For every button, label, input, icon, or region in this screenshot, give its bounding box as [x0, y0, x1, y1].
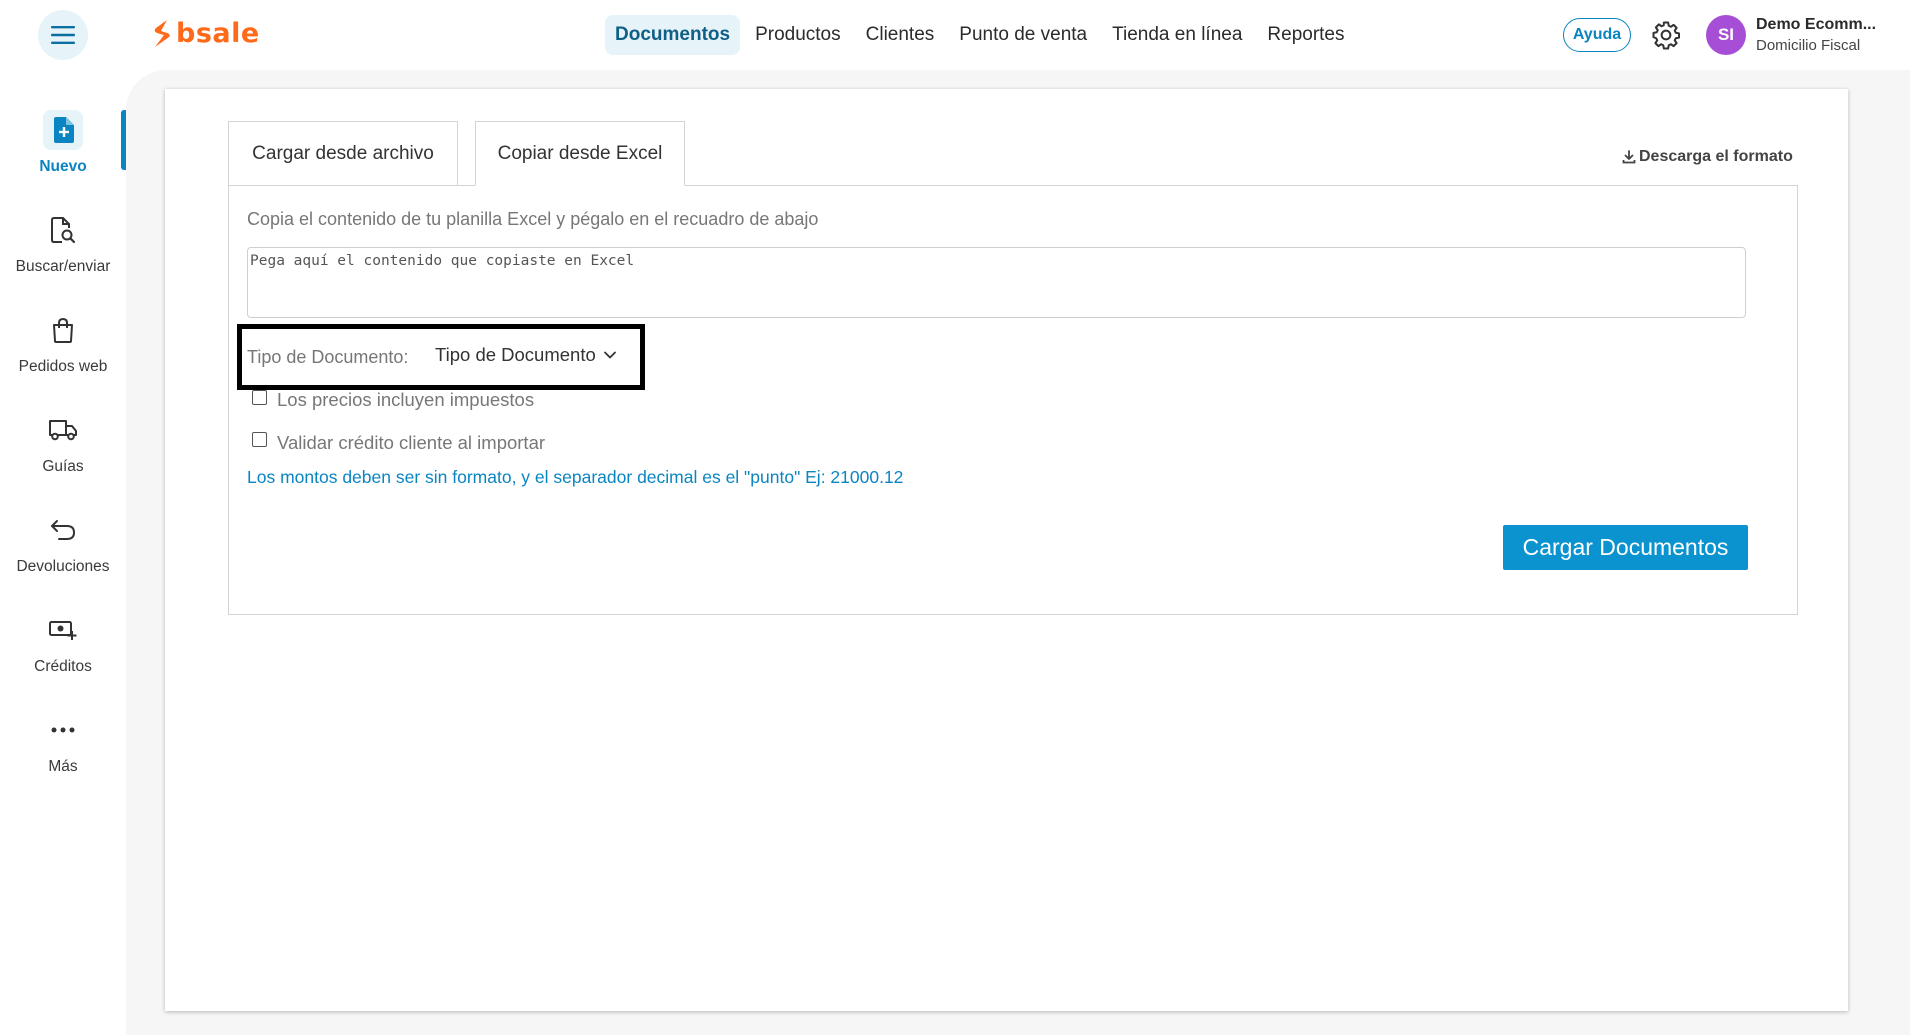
checkbox[interactable] — [252, 390, 267, 405]
download-format-link[interactable]: Descarga el formato — [1622, 148, 1793, 166]
bsale-logo[interactable]: bsale — [152, 18, 260, 49]
more-dots-icon — [51, 727, 75, 733]
doc-type-dropdown[interactable]: Tipo de Documento — [435, 344, 617, 366]
avatar[interactable]: SI — [1706, 15, 1746, 55]
main-nav: Documentos Productos Clientes Punto de v… — [605, 15, 1360, 55]
sidebar-item-pedidos-web[interactable]: Pedidos web — [0, 310, 126, 390]
nav-punto-de-venta[interactable]: Punto de venta — [949, 15, 1097, 55]
checkbox-precios-impuestos[interactable]: Los precios incluyen impuestos — [252, 389, 534, 411]
checkbox-validar-credito[interactable]: Validar crédito cliente al importar — [252, 431, 545, 454]
sidebar-item-label: Buscar/enviar — [15, 258, 111, 275]
checkbox-label: Validar crédito cliente al importar — [277, 432, 546, 453]
shopping-bag-icon — [53, 317, 73, 343]
nav-productos[interactable]: Productos — [745, 15, 851, 55]
doc-type-label: Tipo de Documento: — [247, 347, 409, 367]
amount-format-note: Los montos deben ser sin formato, y el s… — [247, 467, 904, 487]
logo-text: bsale — [176, 18, 260, 49]
download-icon — [1622, 150, 1636, 164]
sidebar-item-nuevo[interactable]: Nuevo — [0, 110, 126, 190]
nav-documentos[interactable]: Documentos — [605, 15, 741, 55]
sidebar-item-label: Más — [48, 758, 78, 775]
hamburger-icon — [51, 26, 75, 44]
cargar-documentos-button[interactable]: Cargar Documentos — [1503, 525, 1748, 570]
return-arrow-icon — [51, 520, 76, 540]
gear-icon[interactable] — [1651, 20, 1681, 50]
sidebar-item-label: Guías — [42, 458, 84, 475]
search-document-icon — [51, 217, 76, 244]
bsale-logo-icon — [154, 19, 170, 47]
truck-icon — [49, 420, 77, 441]
tab-cargar-desde-archivo[interactable]: Cargar desde archivo — [228, 121, 458, 185]
sidebar-item-label: Nuevo — [39, 158, 87, 175]
sidebar-item-label: Pedidos web — [18, 358, 108, 375]
account-info[interactable]: Demo Ecomm... Domicilio Fiscal — [1756, 16, 1876, 54]
tab-copiar-desde-excel[interactable]: Copiar desde Excel — [475, 121, 685, 186]
top-bar: bsale Documentos Productos Clientes Punt… — [0, 0, 1910, 70]
help-button[interactable]: Ayuda — [1563, 18, 1631, 52]
new-document-icon — [54, 117, 74, 143]
cash-plus-icon — [49, 621, 77, 640]
paste-textarea[interactable] — [247, 247, 1746, 318]
doc-type-value: Tipo de Documento — [435, 344, 596, 365]
checkbox-label: Los precios incluyen impuestos — [277, 389, 535, 410]
sidebar-item-devoluciones[interactable]: Devoluciones — [0, 510, 126, 590]
nav-reportes[interactable]: Reportes — [1257, 15, 1354, 55]
sidebar-item-mas[interactable]: Más — [0, 710, 126, 790]
sidebar-item-label: Créditos — [34, 658, 92, 675]
menu-button[interactable] — [38, 10, 88, 60]
sidebar-item-label: Devoluciones — [16, 558, 110, 575]
sidebar-item-buscar-enviar[interactable]: Buscar/enviar — [0, 210, 126, 290]
sidebar-item-creditos[interactable]: Créditos — [0, 610, 126, 690]
download-format-label: Descarga el formato — [1639, 148, 1793, 165]
account-name: Demo Ecomm... — [1756, 16, 1877, 33]
checkbox[interactable] — [252, 432, 267, 447]
nav-tienda-en-linea[interactable]: Tienda en línea — [1102, 15, 1252, 55]
sidebar-item-guias[interactable]: Guías — [0, 410, 126, 490]
chevron-down-icon — [603, 351, 616, 359]
instructions-text: Copia el contenido de tu planilla Excel … — [247, 209, 819, 229]
nav-clientes[interactable]: Clientes — [856, 15, 945, 55]
account-subtitle: Domicilio Fiscal — [1756, 37, 1861, 54]
